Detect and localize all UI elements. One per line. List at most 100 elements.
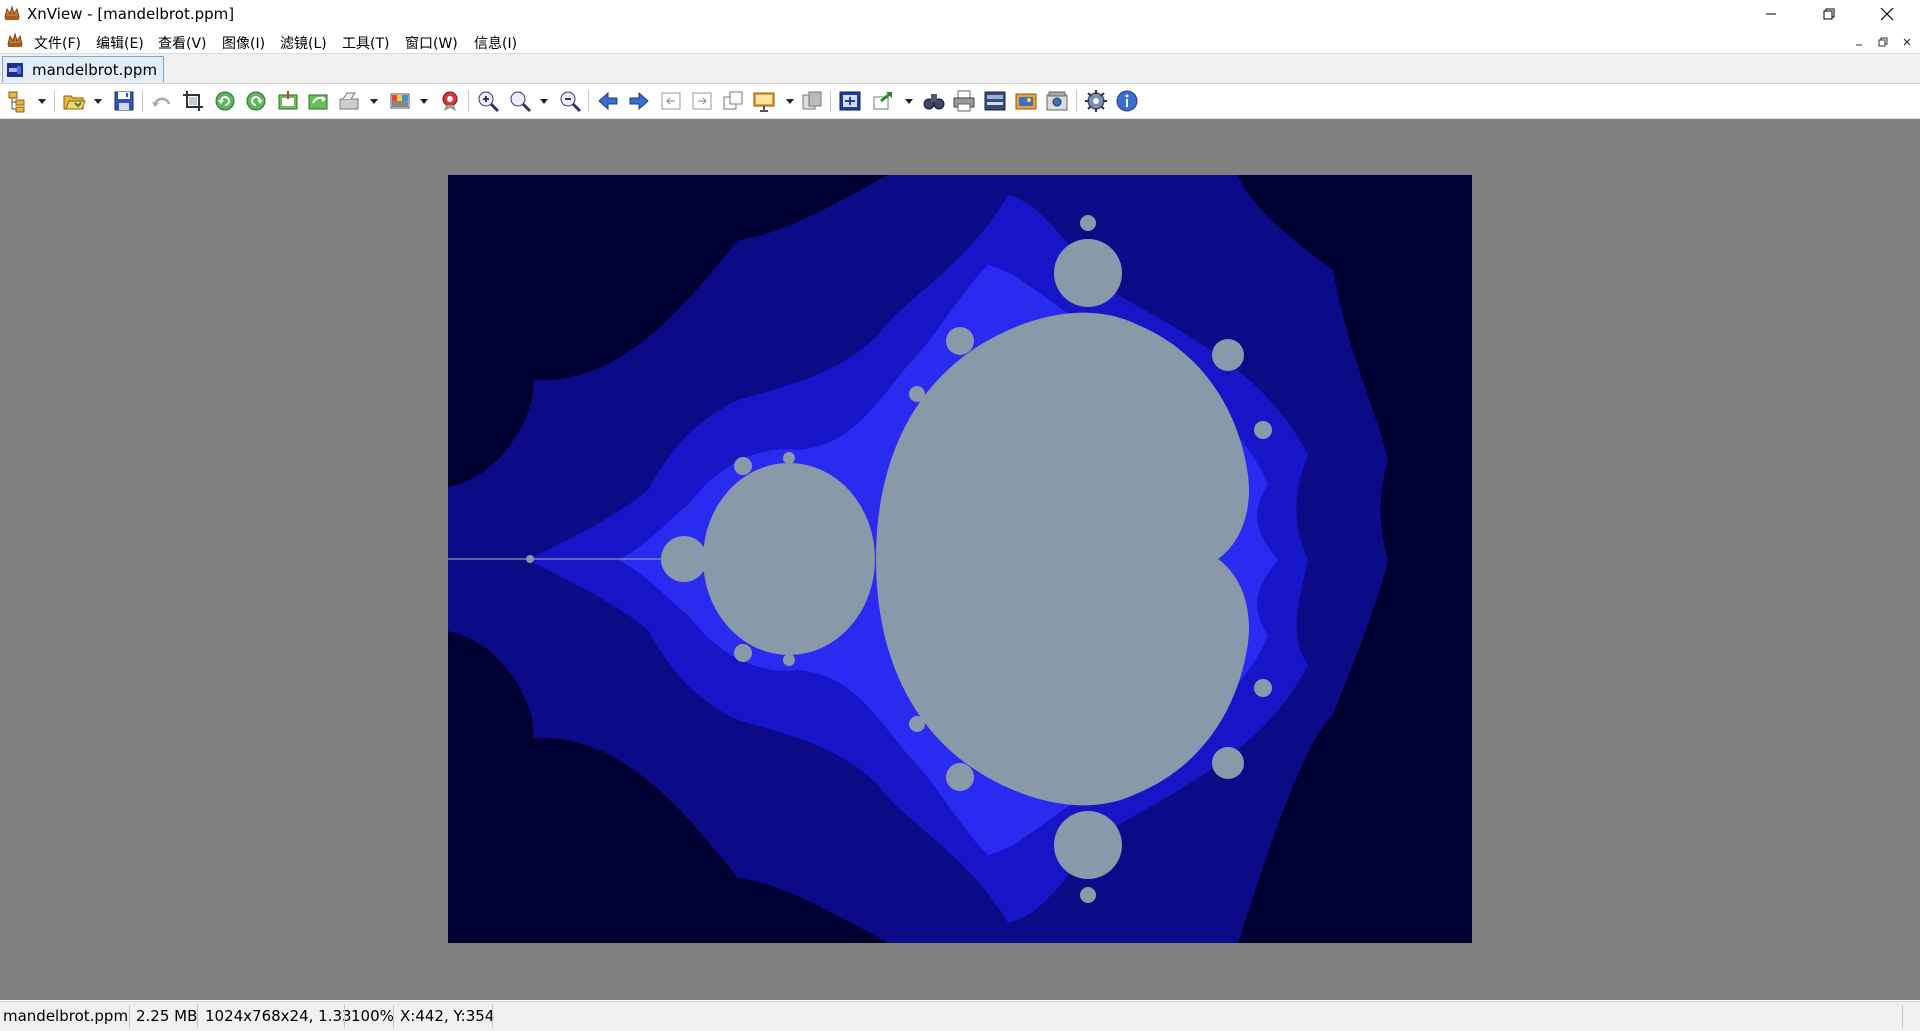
- restore-button[interactable]: [1800, 0, 1858, 28]
- find-icon: [923, 94, 945, 110]
- zoom-button[interactable]: [508, 89, 532, 113]
- chevron-down-icon[interactable]: [420, 99, 428, 104]
- close-icon: [1880, 7, 1894, 21]
- next-icon: [629, 91, 649, 111]
- rotate-right-button[interactable]: [244, 89, 268, 113]
- crop-button[interactable]: [181, 89, 205, 113]
- settings-button[interactable]: [1084, 89, 1108, 113]
- chevron-down-icon[interactable]: [94, 99, 102, 104]
- chevron-down-icon[interactable]: [540, 99, 548, 104]
- effects-button[interactable]: [438, 89, 462, 113]
- app-icon[interactable]: [3, 5, 21, 21]
- status-filesize: 2.25 MB: [136, 1007, 198, 1025]
- chevron-down-icon[interactable]: [370, 99, 378, 104]
- menu-view[interactable]: 查看(V): [158, 33, 207, 53]
- document-tab-strip: mandelbrot.ppm: [0, 54, 1920, 84]
- minimize-button[interactable]: [1742, 0, 1800, 28]
- palette-button[interactable]: [388, 89, 412, 113]
- open-button[interactable]: [62, 89, 86, 113]
- slideshow-icon: [753, 92, 775, 112]
- chevron-down-icon[interactable]: [905, 99, 913, 104]
- export-button[interactable]: [306, 89, 330, 113]
- import-button[interactable]: [276, 89, 300, 113]
- minimize-icon: [1856, 44, 1862, 46]
- doc-close-button[interactable]: [1898, 33, 1916, 51]
- menu-image[interactable]: 图像(I): [222, 33, 265, 53]
- copy-button[interactable]: [721, 89, 745, 113]
- status-dimensions: 1024x768x24, 1.33: [205, 1007, 352, 1025]
- chevron-down-icon[interactable]: [38, 99, 46, 104]
- toolbar-separator: [588, 90, 589, 112]
- status-coordinates: X:442, Y:354: [400, 1007, 495, 1025]
- main-toolbar: [0, 84, 1920, 119]
- menu-filter[interactable]: 滤镜(L): [280, 33, 327, 53]
- info-icon: [1116, 90, 1138, 112]
- save-button[interactable]: [112, 89, 136, 113]
- scanner-icon: [339, 92, 359, 110]
- menu-info[interactable]: 信息(I): [474, 33, 517, 53]
- rotate-left-button[interactable]: [213, 89, 237, 113]
- menu-file[interactable]: 文件(F): [34, 33, 81, 53]
- minimize-icon: [1766, 13, 1776, 15]
- restore-icon: [1823, 8, 1835, 20]
- doc-restore-button[interactable]: [1874, 33, 1892, 51]
- scan-button[interactable]: [983, 89, 1007, 113]
- rotate-left-icon: [215, 91, 235, 111]
- mandelbrot-image[interactable]: [448, 175, 1472, 943]
- menu-edit[interactable]: 编辑(E): [96, 33, 144, 53]
- slideshow-button[interactable]: [752, 89, 776, 113]
- undo-icon: [152, 97, 171, 107]
- status-divider: [129, 1005, 130, 1028]
- toolbar-separator: [830, 90, 831, 112]
- rotate-right-icon: [246, 91, 266, 111]
- last-button[interactable]: [690, 89, 714, 113]
- chevron-down-icon[interactable]: [786, 99, 794, 104]
- menu-window[interactable]: 窗口(W): [405, 33, 458, 53]
- palette-icon: [390, 93, 410, 109]
- tab-mandelbrot[interactable]: mandelbrot.ppm: [2, 56, 164, 82]
- restore-icon: [1878, 37, 1888, 47]
- status-zoom: 100%: [351, 1007, 394, 1025]
- menu-tools[interactable]: 工具(T): [342, 33, 389, 53]
- fit-window-button[interactable]: [838, 89, 862, 113]
- doc-minimize-button[interactable]: [1850, 33, 1868, 51]
- antenna-bulb: [526, 555, 534, 563]
- crop-icon: [183, 91, 203, 111]
- print-icon: [953, 90, 975, 112]
- toolbar-separator: [468, 90, 469, 112]
- find-button[interactable]: [922, 89, 946, 113]
- close-icon: [1903, 38, 1911, 46]
- convert-button[interactable]: [871, 89, 895, 113]
- scanner-button[interactable]: [337, 89, 361, 113]
- status-divider: [492, 1005, 493, 1028]
- document-menu-icon[interactable]: [6, 32, 24, 48]
- wallpaper-button[interactable]: [1014, 89, 1038, 113]
- toolbar-separator: [142, 90, 143, 112]
- scan-icon: [984, 91, 1006, 111]
- zoom-in-button[interactable]: [476, 89, 500, 113]
- print-button[interactable]: [952, 89, 976, 113]
- menu-bar: 文件(F) 编辑(E) 查看(V) 图像(I) 滤镜(L) 工具(T) 窗口(W…: [0, 29, 1920, 54]
- status-filename: mandelbrot.ppm: [3, 1007, 129, 1025]
- close-button[interactable]: [1858, 0, 1916, 28]
- browser-button[interactable]: [6, 89, 30, 113]
- capture-button[interactable]: [1045, 89, 1069, 113]
- previous-button[interactable]: [596, 89, 620, 113]
- save-icon: [114, 91, 134, 111]
- browser-icon: [8, 91, 25, 113]
- zoom-out-button[interactable]: [558, 89, 582, 113]
- fit-window-icon: [839, 91, 861, 111]
- zoom-icon: [510, 91, 532, 113]
- next-button[interactable]: [627, 89, 651, 113]
- first-button[interactable]: [659, 89, 683, 113]
- image-viewer[interactable]: [0, 119, 1920, 1000]
- info-button[interactable]: [1115, 89, 1139, 113]
- undo-button[interactable]: [150, 89, 174, 113]
- window-title: XnView - [mandelbrot.ppm]: [27, 5, 235, 23]
- toolbar-separator: [1076, 90, 1077, 112]
- batch-button[interactable]: [800, 89, 824, 113]
- copy-icon: [723, 91, 743, 110]
- batch-icon: [802, 91, 822, 110]
- status-divider: [393, 1005, 394, 1028]
- first-icon: [661, 92, 681, 110]
